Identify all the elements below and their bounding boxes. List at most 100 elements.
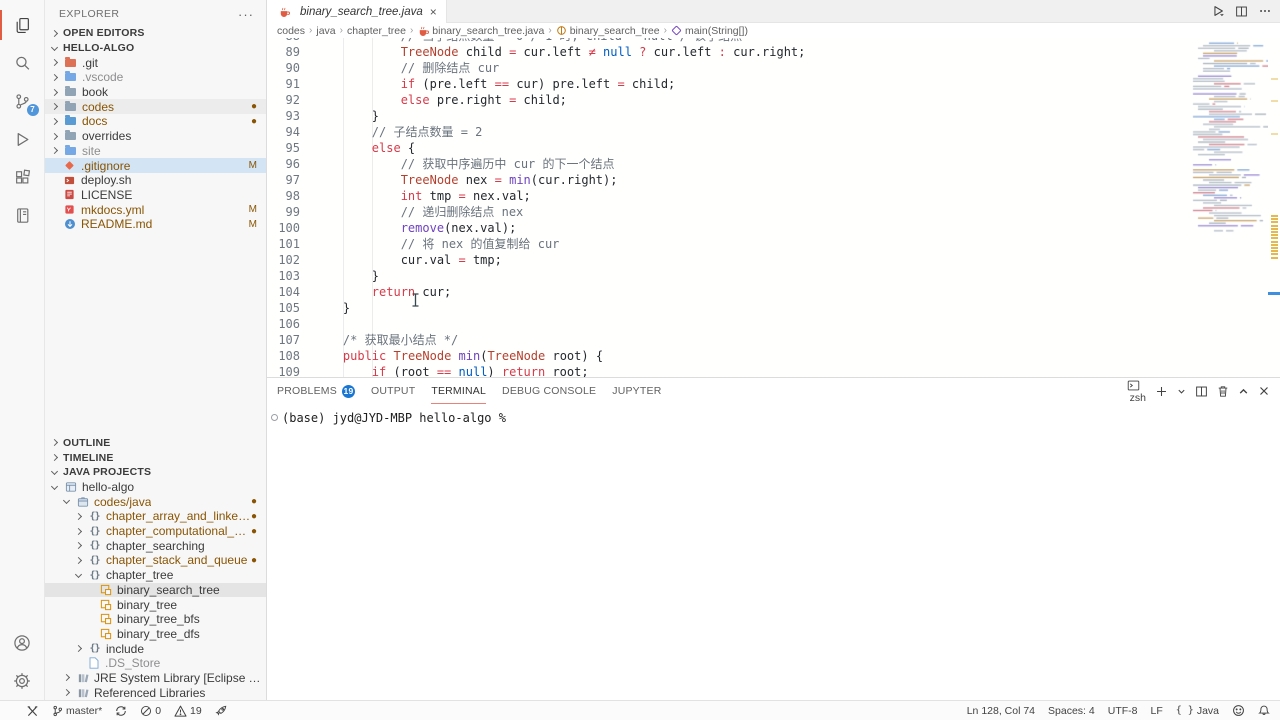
java-row-binary-tree-dfs[interactable]: binary_tree_dfs <box>45 627 266 642</box>
code-line-91: 91 if (pre.left == cur) pre.left = child… <box>267 76 1188 92</box>
panel-tab-label: PROBLEMS <box>277 385 337 397</box>
file-row-site[interactable]: site <box>45 144 266 159</box>
terminal-button[interactable]: zsh <box>1127 379 1146 404</box>
status-bell[interactable] <box>1258 704 1270 717</box>
plus-button[interactable] <box>1155 385 1168 398</box>
chevron-right-icon <box>75 528 82 535</box>
chevron-spacer <box>88 588 92 592</box>
close-icon[interactable]: × <box>430 5 437 19</box>
file-row-overrides[interactable]: overrides <box>45 129 266 144</box>
file-row-mkdocs-yml[interactable]: mkdocs.ymlM <box>45 202 266 217</box>
minimap[interactable] <box>1190 38 1268 377</box>
status-label: LF <box>1150 705 1162 717</box>
section-timeline[interactable]: TIMELINE <box>45 450 266 465</box>
file-row--vscode[interactable]: .vscode <box>45 70 266 85</box>
line-number: 109 <box>267 364 300 377</box>
chevron-down-button[interactable] <box>1177 387 1186 396</box>
close-x-icon <box>1258 385 1270 397</box>
trash-button[interactable] <box>1217 385 1229 398</box>
file-row-book[interactable]: book <box>45 85 266 100</box>
warning-mark <box>1271 221 1278 223</box>
run-button[interactable] <box>1211 4 1225 18</box>
status-utf-8[interactable]: UTF-8 <box>1108 705 1138 717</box>
code-text: cur.val = tmp; <box>314 252 502 268</box>
breadcrumb-item[interactable]: chapter_tree <box>347 25 406 37</box>
section-outline[interactable]: OUTLINE <box>45 436 266 451</box>
java-row-chapter-stack-and-queue[interactable]: {}chapter_stack_and_queue● <box>45 553 266 568</box>
java-row--DS-Store[interactable]: .DS_Store <box>45 656 266 671</box>
status-feedback[interactable] <box>1232 704 1245 717</box>
java-row-Referenced-Libraries[interactable]: Referenced Libraries <box>45 685 266 700</box>
status-sync[interactable] <box>115 705 127 717</box>
code-line-104: 104 return cur; <box>267 284 1188 300</box>
status-tools[interactable] <box>26 705 39 717</box>
status-error[interactable]: 0 <box>140 705 161 717</box>
breadcrumb-item[interactable]: codes <box>277 25 305 37</box>
java-row-hello-algo[interactable]: hello-algo <box>45 480 266 495</box>
java-row-chapter-array-and-linkedlist[interactable]: {}chapter_array_and_linkedlist● <box>45 509 266 524</box>
chevron-right-icon <box>51 147 58 154</box>
file-row--gitignore[interactable]: .gitignoreM <box>45 158 266 173</box>
chevron-up-button[interactable] <box>1238 386 1249 397</box>
panel-tab-terminal[interactable]: TERMINAL <box>431 378 486 404</box>
status-spaces-4[interactable]: Spaces: 4 <box>1048 705 1095 717</box>
tree-label: Referenced Libraries <box>94 686 205 700</box>
java-row-include[interactable]: {}include <box>45 641 266 656</box>
file-row-codes[interactable]: codes● <box>45 99 266 114</box>
status-braces-text[interactable]: { }Java <box>1176 705 1219 717</box>
more-actions-icon[interactable]: ··· <box>238 7 254 22</box>
section-open-editors[interactable]: OPEN EDITORS <box>45 26 266 41</box>
terminal[interactable]: (base) jyd@JYD-MBP hello-algo % <box>267 404 1280 700</box>
status-branch[interactable]: master* <box>52 705 102 717</box>
file-row-README-md[interactable]: README.mdM <box>45 217 266 232</box>
symbol-method-icon <box>671 25 682 36</box>
shell-icon <box>62 174 77 186</box>
more-button[interactable] <box>1258 4 1272 18</box>
activity-source-control[interactable]: 7 <box>0 82 45 120</box>
breadcrumb-item[interactable]: main(String[]) <box>671 25 748 37</box>
class-icon <box>98 599 113 611</box>
code-editor[interactable]: 88 // 当子结点数量 = 0 / 1 时, child = null / 该… <box>267 38 1280 377</box>
warning-mark <box>1271 225 1278 227</box>
panel-tab-debug-console[interactable]: DEBUG CONSOLE <box>502 378 596 404</box>
tab-binary-search-tree[interactable]: binary_search_tree.java × <box>267 0 447 23</box>
java-row-chapter-searching[interactable]: {}chapter_searching <box>45 538 266 553</box>
line-number: 96 <box>267 156 300 172</box>
split-editor-button[interactable] <box>1235 5 1248 18</box>
status-rocket[interactable] <box>215 705 227 717</box>
close-button[interactable] <box>1258 385 1270 397</box>
panel-tab-problems[interactable]: PROBLEMS19 <box>277 378 355 404</box>
file-row--git[interactable]: .git <box>45 55 266 70</box>
java-row-chapter-computational-complexity[interactable]: {}chapter_computational_complexity● <box>45 524 266 539</box>
status-lf[interactable]: LF <box>1150 705 1162 717</box>
section-java-projects[interactable]: JAVA PROJECTS <box>45 465 266 480</box>
tree-label: JRE System Library [Eclipse Temurin 17 [… <box>94 671 266 685</box>
java-row-codes-java[interactable]: codes/java● <box>45 494 266 509</box>
file-row-docs[interactable]: docs● <box>45 114 266 129</box>
java-row-binary-tree-bfs[interactable]: binary_tree_bfs <box>45 612 266 627</box>
section-root-folder[interactable]: HELLO-ALGO <box>45 41 266 56</box>
java-row-binary-search-tree[interactable]: binary_search_tree <box>45 583 266 598</box>
activity-extensions[interactable] <box>0 158 45 196</box>
split-editor-button[interactable] <box>1195 385 1208 398</box>
java-row-JRE-System-Library-Eclipse-Temurin-17-17[interactable]: JRE System Library [Eclipse Temurin 17 [… <box>45 671 266 686</box>
status-warning[interactable]: 19 <box>174 705 202 717</box>
breadcrumb-item[interactable]: binary_search_tree <box>556 25 660 37</box>
breadcrumb-item[interactable]: binary_search_tree.java <box>417 25 544 37</box>
file-row-LICENSE[interactable]: LICENSE <box>45 188 266 203</box>
java-row-binary-tree[interactable]: binary_tree <box>45 597 266 612</box>
activity-notebook[interactable] <box>0 196 45 234</box>
activity-settings[interactable] <box>0 662 45 700</box>
java-row-chapter-tree[interactable]: {}chapter_tree <box>45 568 266 583</box>
activity-run-debug[interactable] <box>0 120 45 158</box>
activity-search[interactable] <box>0 44 45 82</box>
code-line-100: 100 remove(nex.val); <box>267 220 1188 236</box>
overview-ruler[interactable] <box>1268 38 1280 377</box>
status-ln-128-col-74[interactable]: Ln 128, Col 74 <box>967 705 1035 717</box>
file-row-deploy-sh[interactable]: deploy.sh <box>45 173 266 188</box>
panel-tab-jupyter[interactable]: JUPYTER <box>612 378 661 404</box>
activity-account[interactable] <box>0 624 45 662</box>
activity-files[interactable] <box>0 6 45 44</box>
panel-tab-output[interactable]: OUTPUT <box>371 378 415 404</box>
breadcrumb-item[interactable]: java <box>316 25 335 37</box>
